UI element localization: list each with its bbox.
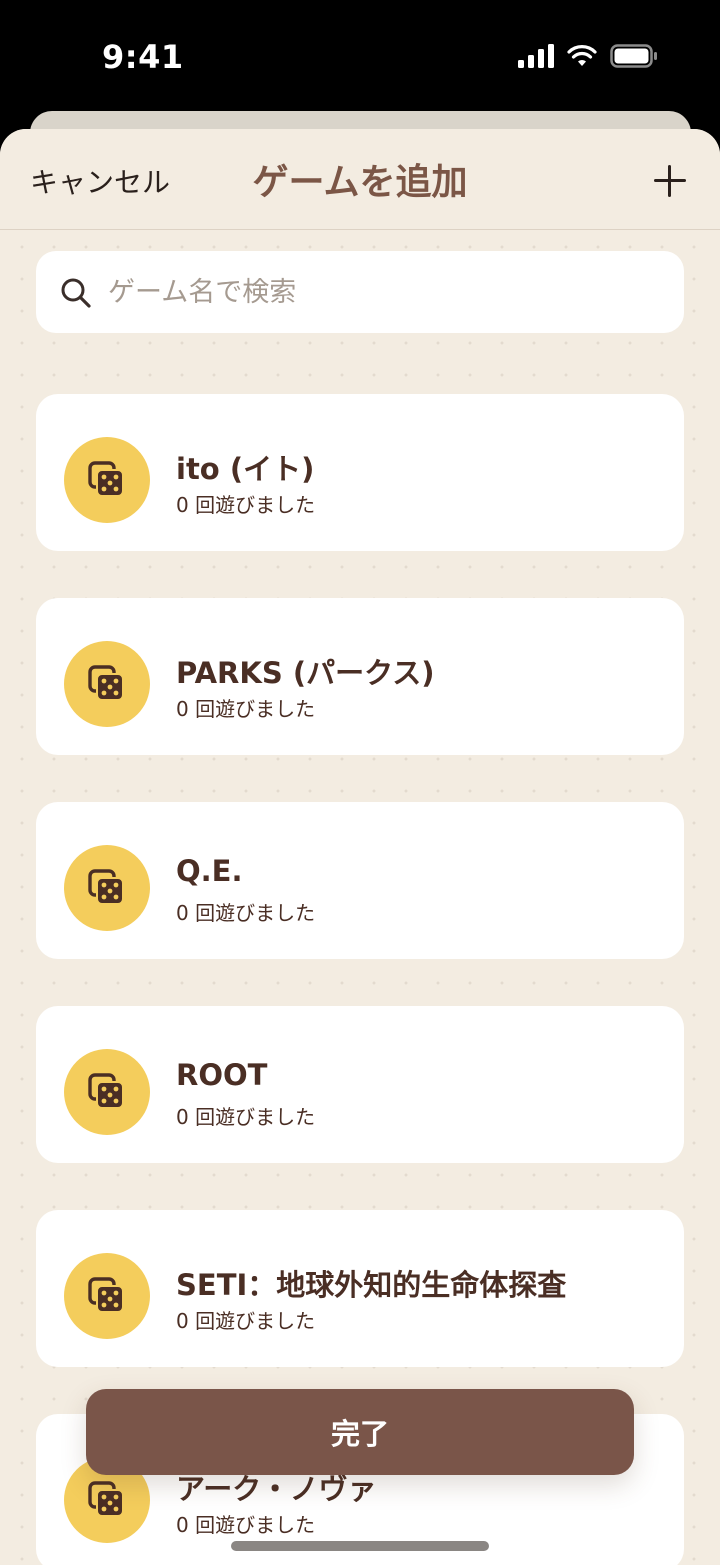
signal-icon (518, 44, 554, 68)
game-card[interactable]: ROOT 0 回遊びました (36, 1006, 684, 1163)
game-name: SETI：地球外知的生命体探査 (176, 1268, 567, 1302)
dice-icon (88, 869, 124, 905)
game-card[interactable]: Q.E. 0 回遊びました (36, 802, 684, 959)
game-card[interactable]: SETI：地球外知的生命体探査 0 回遊びました (36, 1210, 684, 1367)
status-icons (518, 44, 658, 68)
game-avatar (64, 437, 150, 523)
home-indicator (231, 1541, 489, 1551)
dice-icon (88, 461, 124, 497)
wifi-icon (567, 45, 597, 66)
dice-icon (88, 665, 124, 701)
game-play-count: 0 回遊びました (176, 493, 316, 517)
game-avatar (64, 641, 150, 727)
game-play-count: 0 回遊びました (176, 1105, 316, 1129)
plus-icon[interactable] (654, 165, 686, 197)
game-avatar (64, 845, 150, 931)
game-avatar (64, 1253, 150, 1339)
status-time: 9:41 (102, 38, 184, 76)
dice-icon (88, 1073, 124, 1109)
search-bar[interactable] (36, 251, 684, 333)
page-title: ゲームを追加 (252, 161, 468, 203)
game-name: Q.E. (176, 854, 243, 888)
dice-icon (88, 1277, 124, 1313)
game-avatar (64, 1049, 150, 1135)
add-game-sheet: キャンセル ゲームを追加 ito (イト) 0 回遊びました (0, 129, 720, 1565)
dice-icon (88, 1481, 124, 1517)
game-card[interactable]: PARKS (パークス) 0 回遊びました (36, 598, 684, 755)
game-play-count: 0 回遊びました (176, 1309, 316, 1333)
search-input[interactable] (108, 265, 668, 319)
game-play-count: 0 回遊びました (176, 697, 316, 721)
nav-bar: キャンセル ゲームを追加 (0, 129, 720, 230)
search-icon (61, 278, 91, 308)
status-bar: 9:41 (0, 0, 720, 112)
battery-icon (610, 44, 657, 68)
game-play-count: 0 回遊びました (176, 1513, 316, 1537)
game-name: ito (イト) (176, 452, 315, 486)
game-card[interactable]: ito (イト) 0 回遊びました (36, 394, 684, 551)
game-name: ROOT (176, 1058, 268, 1092)
game-name: PARKS (パークス) (176, 656, 435, 690)
game-play-count: 0 回遊びました (176, 901, 316, 925)
done-button[interactable]: 完了 (86, 1389, 634, 1475)
